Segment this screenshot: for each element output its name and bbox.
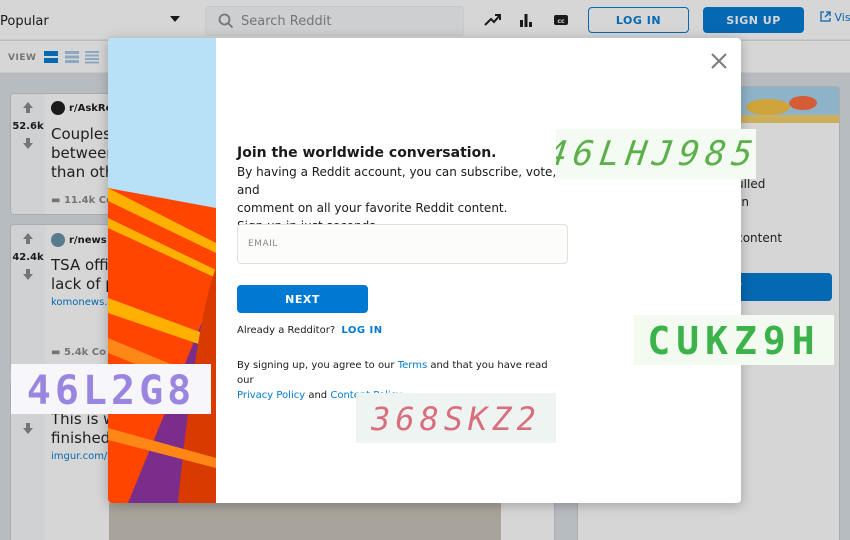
privacy-policy-link[interactable]: Privacy Policy <box>237 390 305 401</box>
already-redditor-text: Already a Redditor? LOG IN <box>237 325 383 336</box>
captcha-text: CUKZ9H <box>647 319 820 363</box>
modal-desc-line: By having a Reddit account, you can subs… <box>237 165 557 197</box>
modal-title: Join the worldwide conversation. <box>237 145 497 161</box>
next-button[interactable]: NEXT <box>237 285 368 313</box>
modal-login-link[interactable]: LOG IN <box>341 325 382 336</box>
captcha-image: 46L2G8 <box>11 364 211 414</box>
captcha-image: 46LHJ985 <box>556 129 756 179</box>
signup-illustration <box>108 38 216 503</box>
already-label: Already a Redditor? <box>237 325 336 336</box>
captcha-text: 46L2G8 <box>27 368 196 414</box>
captcha-text: 46LHJ985 <box>556 134 756 174</box>
captcha-image: CUKZ9H <box>634 315 834 365</box>
captcha-text: 368SKZ2 <box>370 400 541 438</box>
email-field[interactable] <box>237 224 568 264</box>
captcha-image: 368SKZ2 <box>356 393 556 443</box>
close-icon[interactable] <box>710 52 728 70</box>
terms-link[interactable]: Terms <box>398 360 427 371</box>
terms-pre: By signing up, you agree to our <box>237 360 395 371</box>
and-text: and <box>308 390 328 401</box>
modal-desc-line: comment on all your favorite Reddit cont… <box>237 201 508 215</box>
